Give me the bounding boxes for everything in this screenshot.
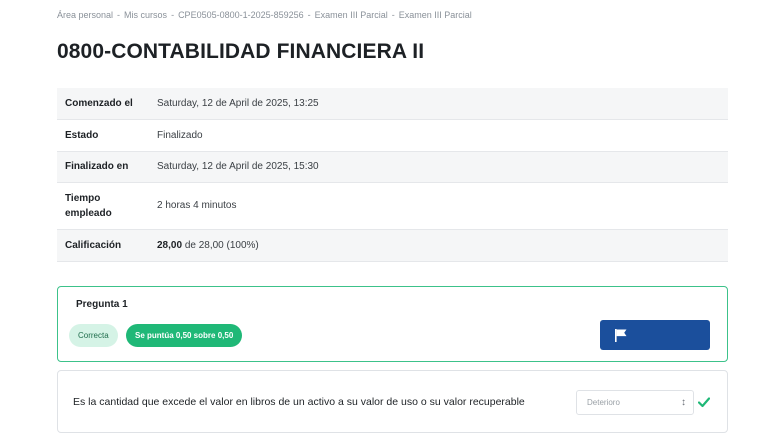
finished-label: Finalizado en [65, 161, 129, 172]
breadcrumb-link-home[interactable]: Área personal [57, 10, 113, 20]
flag-question-button[interactable] [600, 320, 710, 350]
score-badge: Se puntúa 0,50 sobre 0,50 [126, 324, 243, 347]
finished-value: Saturday, 12 de April de 2025, 15:30 [157, 161, 319, 172]
summary-row-started: Comenzado el Saturday, 12 de April de 20… [57, 88, 728, 119]
breadcrumb-link-section[interactable]: Examen III Parcial [315, 10, 388, 20]
grade-value: 28,00 de 28,00 (100%) [157, 229, 728, 261]
time-value: 2 horas 4 minutos [157, 200, 237, 211]
select-arrows-icon: ↕ [681, 397, 686, 408]
question-title: Pregunta 1 [76, 299, 128, 310]
answer-select[interactable]: Deterioro ↕ [576, 390, 694, 415]
summary-row-time: Tiempo empleado 2 horas 4 minutos [57, 182, 728, 229]
status-badge: Correcta [69, 324, 118, 347]
summary-row-grade: Calificación 28,00 de 28,00 (100%) [57, 229, 728, 261]
question-text: Es la cantidad que excede el valor en li… [73, 396, 525, 408]
breadcrumb: Área personal - Mis cursos - CPE0505-0800-1-… [57, 10, 472, 20]
answer-select-value: Deterioro [587, 398, 620, 407]
summary-row-finished: Finalizado en Saturday, 12 de April de 2… [57, 151, 728, 182]
grade-total: de 28,00 (100%) [184, 239, 259, 251]
state-label: Estado [65, 129, 99, 141]
flag-icon [615, 329, 627, 342]
started-label: Comenzado el [65, 97, 133, 109]
page-title: 0800-CONTABILIDAD FINANCIERA II [57, 40, 425, 63]
question-info-card: Pregunta 1 Correcta Se puntúa 0,50 sobre… [57, 286, 728, 362]
grade-label: Calificación [65, 239, 122, 251]
question-content-card: Es la cantidad que excede el valor en li… [57, 370, 728, 433]
check-icon [698, 397, 710, 408]
attempt-summary-table: Comenzado el Saturday, 12 de April de 20… [57, 88, 728, 262]
grade-score: 28,00 [157, 239, 183, 251]
breadcrumb-link-courses[interactable]: Mis cursos [124, 10, 167, 20]
summary-row-state: Estado Finalizado [57, 119, 728, 151]
state-value: Finalizado [157, 129, 203, 141]
breadcrumb-link-course[interactable]: CPE0505-0800-1-2025-859256 [178, 10, 304, 20]
time-label: Tiempo empleado [65, 192, 112, 219]
started-value: Saturday, 12 de April de 2025, 13:25 [157, 97, 319, 109]
breadcrumb-link-quiz[interactable]: Examen III Parcial [399, 10, 472, 20]
